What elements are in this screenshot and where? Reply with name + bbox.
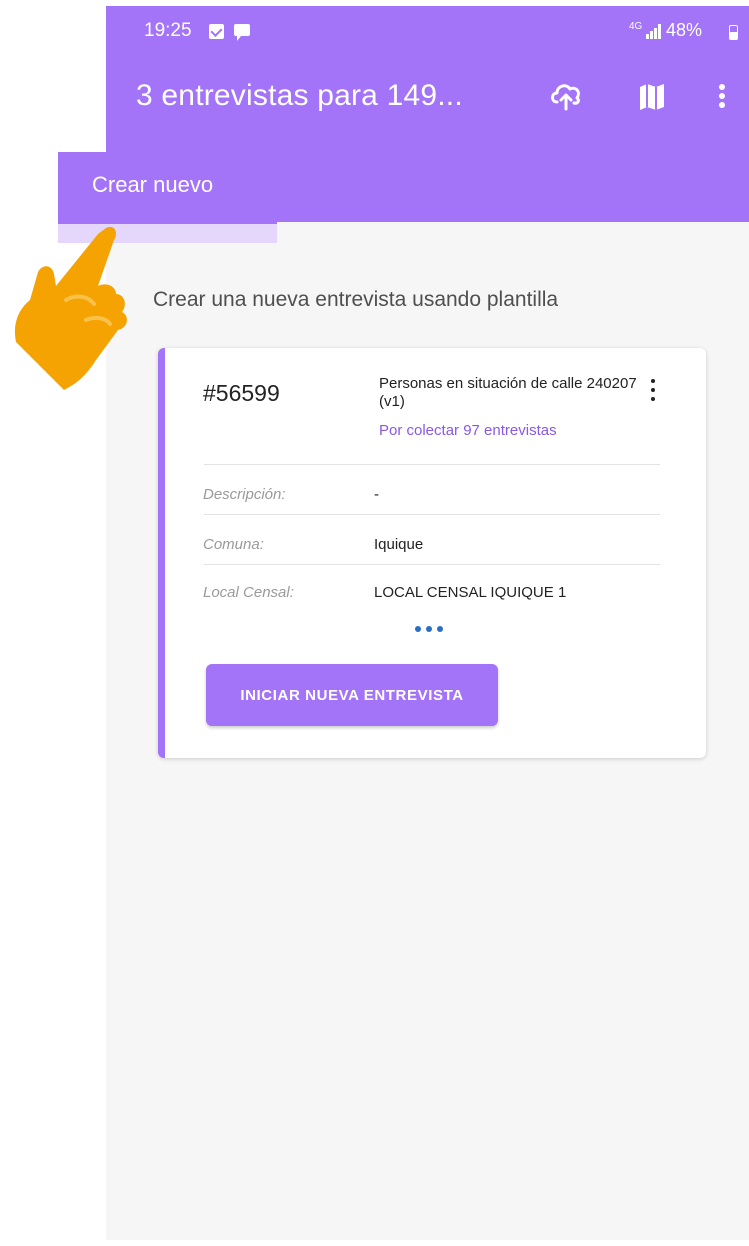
divider (204, 464, 660, 465)
battery-level: 48% (666, 20, 703, 40)
card-menu-button[interactable] (643, 376, 663, 406)
field-label-descripcion: Descripción: (203, 486, 286, 503)
field-value-descripcion: - (374, 486, 379, 503)
map-button[interactable] (632, 76, 672, 116)
more-vert-icon (651, 379, 655, 383)
notification-checkbox-icon (209, 24, 224, 39)
divider (204, 564, 660, 565)
template-card: #56599 Personas en situación de calle 24… (158, 348, 706, 758)
notification-message-icon (234, 24, 250, 41)
show-more-button[interactable] (415, 624, 451, 634)
start-interview-button[interactable]: INICIAR NUEVA ENTREVISTA (206, 664, 498, 726)
overflow-menu-button[interactable] (702, 76, 742, 116)
tab-label: Crear nuevo (92, 172, 214, 197)
field-label-local-censal: Local Censal: (203, 584, 294, 601)
tab-crear-nuevo[interactable]: Crear nuevo (58, 152, 277, 220)
template-id: #56599 (203, 380, 280, 406)
app-title: 3 entrevistas para 149... (136, 79, 463, 112)
field-value-comuna: Iquique (374, 536, 424, 553)
divider (204, 514, 660, 515)
signal-icon (646, 24, 662, 39)
more-horiz-icon (415, 626, 421, 632)
field-label-comuna: Comuna: (203, 536, 264, 553)
field-value-local-censal: LOCAL CENSAL IQUIQUE 1 (374, 584, 567, 601)
sync-button[interactable] (546, 76, 586, 116)
cloud-upload-icon (551, 84, 580, 111)
template-status: Por colectar 97 entrevistas (379, 422, 557, 439)
template-name: Personas en situación de calle 240207 (v… (379, 375, 637, 410)
map-icon (640, 84, 664, 110)
pointing-hand-icon (14, 226, 127, 390)
network-type: 4G (629, 21, 643, 32)
battery-icon (729, 25, 738, 40)
section-heading: Crear una nueva entrevista usando planti… (153, 288, 559, 311)
status-time: 19:25 (144, 20, 192, 41)
more-vert-icon (719, 84, 725, 108)
